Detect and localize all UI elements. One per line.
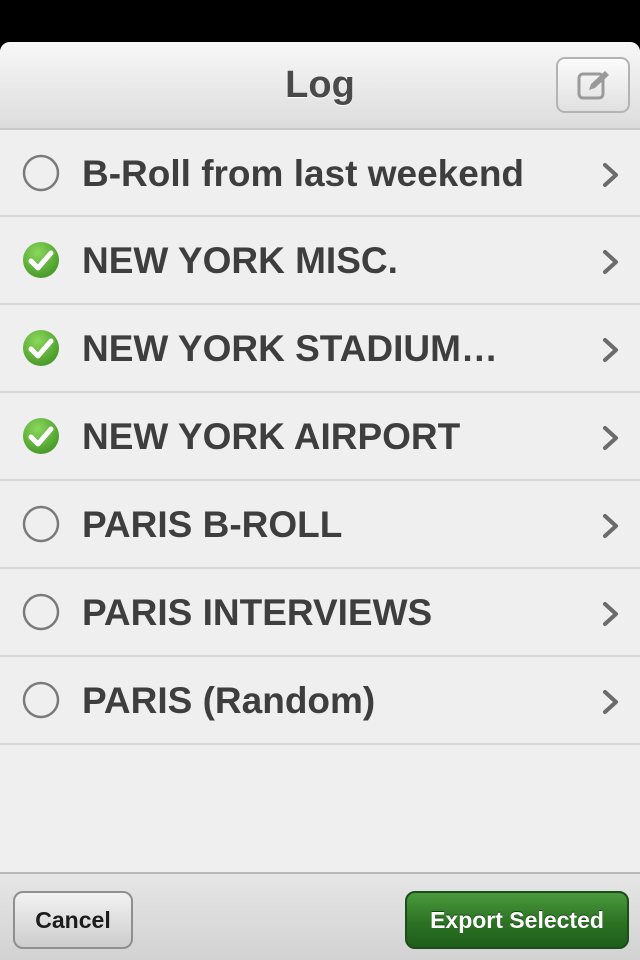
list-item[interactable]: NEW YORK AIRPORT bbox=[0, 393, 640, 481]
chevron-right-icon bbox=[603, 602, 618, 626]
list-item-label: NEW YORK MISC. bbox=[82, 240, 398, 281]
list-item[interactable]: PARIS B-ROLL bbox=[0, 481, 640, 569]
unchecked-circle-icon[interactable] bbox=[22, 154, 60, 192]
log-sheet: Log B-Roll from last weekend NEW YORK MI… bbox=[0, 42, 640, 960]
list-item-label: NEW YORK AIRPORT bbox=[82, 416, 461, 457]
export-selected-button[interactable]: Export Selected bbox=[405, 891, 629, 949]
edit-button[interactable] bbox=[556, 57, 630, 113]
list-item-label: PARIS INTERVIEWS bbox=[82, 592, 433, 633]
list-item-label: NEW YORK STADIUM… bbox=[82, 328, 498, 369]
bottom-toolbar: Cancel Export Selected bbox=[0, 872, 640, 960]
list-item[interactable]: PARIS (Random) bbox=[0, 657, 640, 745]
list-item-label: PARIS B-ROLL bbox=[82, 504, 343, 545]
checked-circle-icon[interactable] bbox=[22, 329, 60, 367]
list-item[interactable]: B-Roll from last weekend bbox=[0, 130, 640, 217]
unchecked-circle-icon[interactable] bbox=[22, 681, 60, 719]
list-item-label: B-Roll from last weekend bbox=[82, 153, 525, 194]
screen: Log B-Roll from last weekend NEW YORK MI… bbox=[0, 0, 640, 960]
navigation-bar: Log bbox=[0, 42, 640, 130]
chevron-right-icon bbox=[603, 514, 618, 538]
page-title: Log bbox=[285, 64, 355, 106]
checked-circle-icon[interactable] bbox=[22, 241, 60, 279]
list-item-label: PARIS (Random) bbox=[82, 680, 376, 721]
chevron-right-icon bbox=[603, 426, 618, 450]
unchecked-circle-icon[interactable] bbox=[22, 593, 60, 631]
compose-icon bbox=[577, 71, 609, 100]
list-item[interactable]: PARIS INTERVIEWS bbox=[0, 569, 640, 657]
chevron-right-icon bbox=[603, 690, 618, 714]
checked-circle-icon[interactable] bbox=[22, 417, 60, 455]
chevron-right-icon bbox=[603, 163, 618, 187]
log-list: B-Roll from last weekend NEW YORK MISC. … bbox=[0, 130, 640, 745]
unchecked-circle-icon[interactable] bbox=[22, 505, 60, 543]
chevron-right-icon bbox=[603, 338, 618, 362]
cancel-button[interactable]: Cancel bbox=[13, 891, 133, 949]
list-item[interactable]: NEW YORK STADIUM… bbox=[0, 305, 640, 393]
list-item[interactable]: NEW YORK MISC. bbox=[0, 217, 640, 305]
chevron-right-icon bbox=[603, 250, 618, 274]
